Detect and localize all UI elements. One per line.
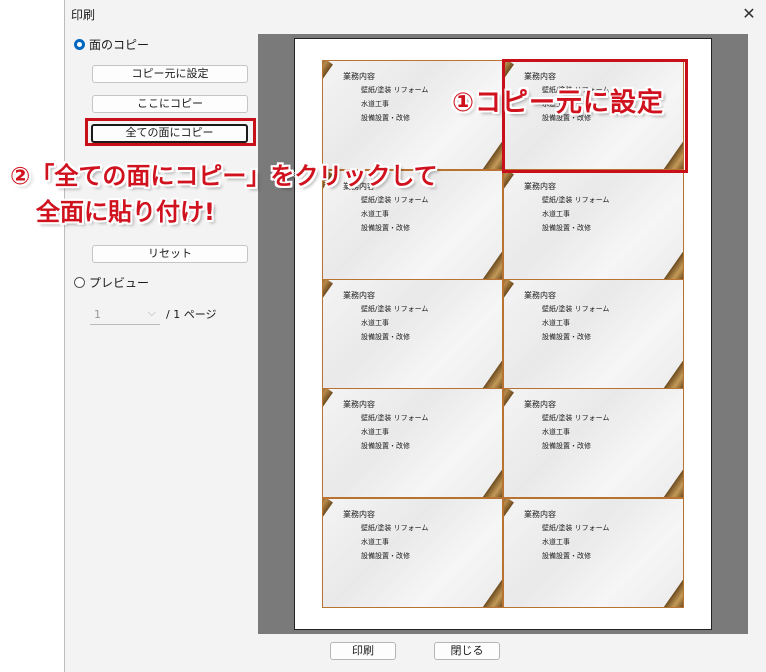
- card-stripe-bottom-right: [478, 328, 502, 388]
- card-line: 壁紙/塗装 リフォーム: [542, 414, 610, 422]
- card-line: 壁紙/塗装 リフォーム: [361, 524, 429, 532]
- radio-face-copy[interactable]: 面のコピー: [74, 36, 149, 53]
- radio-preview[interactable]: プレビュー: [74, 274, 149, 291]
- radio-preview-label: プレビュー: [89, 276, 150, 290]
- card-stripe-top-left: [504, 171, 514, 224]
- card-stripe-bottom-right: [659, 328, 683, 388]
- card-line: 設備設置・改修: [542, 333, 591, 341]
- card-line: 水道工事: [361, 428, 389, 436]
- radio-unselected-icon: [74, 277, 85, 288]
- annotation-step2-line2: 全面に貼り付け!: [36, 198, 215, 226]
- card-stripe-bottom-right: [478, 437, 502, 497]
- card-heading: 業務内容: [343, 72, 375, 81]
- card-stripe-top-left: [323, 61, 333, 114]
- card-line: 設備設置・改修: [361, 333, 410, 341]
- card-line: 壁紙/塗装 リフォーム: [361, 196, 429, 204]
- card-line: 水道工事: [542, 210, 570, 218]
- business-card[interactable]: 業務内容壁紙/塗装 リフォーム 水道工事設備設置・改修: [503, 498, 684, 608]
- card-line: 壁紙/塗装 リフォーム: [361, 414, 429, 422]
- card-line: 設備設置・改修: [542, 552, 591, 560]
- card-line: 水道工事: [361, 538, 389, 546]
- page-select[interactable]: 1 ⌵: [90, 304, 160, 325]
- print-button[interactable]: 印刷: [330, 642, 396, 660]
- business-card[interactable]: 業務内容壁紙/塗装 リフォーム 水道工事設備設置・改修: [322, 279, 503, 389]
- business-card[interactable]: 業務内容壁紙/塗装 リフォーム 水道工事設備設置・改修: [503, 388, 684, 498]
- card-heading: 業務内容: [524, 182, 556, 191]
- card-line: 壁紙/塗装 リフォーム: [361, 305, 429, 313]
- card-heading: 業務内容: [343, 400, 375, 409]
- title-bar: 印刷 ✕: [65, 0, 766, 28]
- set-source-button[interactable]: コピー元に設定: [92, 65, 248, 83]
- card-line: 設備設置・改修: [361, 114, 410, 122]
- card-line: 壁紙/塗装 リフォーム: [542, 196, 610, 204]
- copy-here-button[interactable]: ここにコピー: [92, 95, 248, 113]
- card-line: 設備設置・改修: [361, 224, 410, 232]
- chevron-down-icon: ⌵: [147, 306, 156, 319]
- card-line: 壁紙/塗装 リフォーム: [361, 86, 429, 94]
- card-line: 水道工事: [361, 319, 389, 327]
- card-stripe-bottom-right: [659, 547, 683, 607]
- card-line: 壁紙/塗装 リフォーム: [542, 305, 610, 313]
- annotation-step1: ①コピー元に設定: [452, 88, 665, 118]
- annotation-step2-line1: ②「全ての面にコピー」をクリックして: [10, 162, 438, 190]
- business-card[interactable]: 業務内容壁紙/塗装 リフォーム 水道工事設備設置・改修: [503, 170, 684, 280]
- card-line: 設備設置・改修: [361, 552, 410, 560]
- card-heading: 業務内容: [343, 510, 375, 519]
- card-stripe-top-left: [323, 389, 333, 442]
- card-heading: 業務内容: [524, 400, 556, 409]
- card-line: 設備設置・改修: [361, 442, 410, 450]
- card-line: 壁紙/塗装 リフォーム: [542, 524, 610, 532]
- close-button[interactable]: 閉じる: [434, 642, 500, 660]
- card-stripe-bottom-right: [478, 547, 502, 607]
- highlight-copy-all: [85, 118, 256, 146]
- card-stripe-top-left: [504, 499, 514, 552]
- card-line: 設備設置・改修: [542, 442, 591, 450]
- card-stripe-top-left: [504, 280, 514, 333]
- card-line: 設備設置・改修: [542, 224, 591, 232]
- card-stripe-top-left: [323, 499, 333, 552]
- card-stripe-top-left: [323, 280, 333, 333]
- business-card[interactable]: 業務内容壁紙/塗装 リフォーム 水道工事設備設置・改修: [322, 498, 503, 608]
- card-line: 水道工事: [542, 428, 570, 436]
- page-count-label: / 1 ページ: [166, 308, 217, 321]
- business-card[interactable]: 業務内容壁紙/塗装 リフォーム 水道工事設備設置・改修: [503, 279, 684, 389]
- page-select-value: 1: [94, 308, 101, 321]
- radio-face-copy-label: 面のコピー: [89, 38, 150, 52]
- close-icon[interactable]: ✕: [737, 2, 761, 26]
- card-stripe-bottom-right: [659, 219, 683, 279]
- card-line: 水道工事: [361, 100, 389, 108]
- card-line: 水道工事: [542, 319, 570, 327]
- reset-button[interactable]: リセット: [92, 245, 248, 263]
- card-stripe-bottom-right: [659, 437, 683, 497]
- window-title: 印刷: [71, 8, 96, 22]
- card-heading: 業務内容: [524, 291, 556, 300]
- radio-selected-icon: [74, 39, 85, 50]
- card-heading: 業務内容: [524, 510, 556, 519]
- card-stripe-bottom-right: [478, 219, 502, 279]
- card-line: 水道工事: [361, 210, 389, 218]
- business-card[interactable]: 業務内容壁紙/塗装 リフォーム 水道工事設備設置・改修: [322, 388, 503, 498]
- card-stripe-top-left: [504, 389, 514, 442]
- card-line: 水道工事: [542, 538, 570, 546]
- card-heading: 業務内容: [343, 291, 375, 300]
